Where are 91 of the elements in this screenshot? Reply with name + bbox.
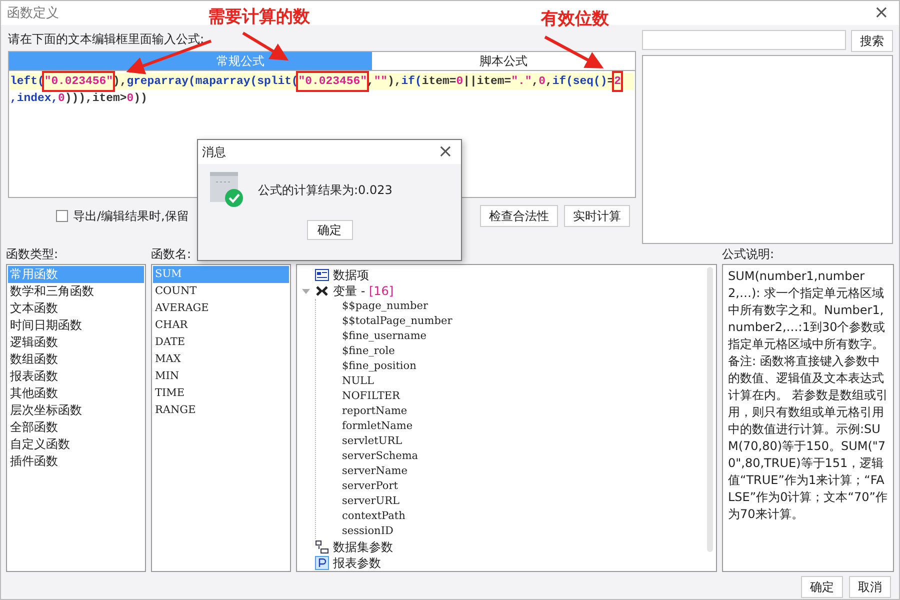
action-button[interactable]: 检查合法性 [480,205,558,227]
category-item[interactable]: 文本函数 [8,300,144,317]
dialog-title: 消息 [202,144,226,160]
annotation-label: 需要计算的数 [208,6,310,28]
function-item[interactable]: DATE [153,334,289,351]
code-text: left( [10,74,44,90]
code-text: 0 [126,91,134,107]
code-text: ||item= [463,74,512,90]
tree-item[interactable]: NOFILTER [342,389,716,404]
message-text: 公式的计算结果为:0.023 [258,182,392,198]
code-text: ,index, [10,91,58,107]
category-item[interactable]: 数学和三角函数 [8,283,144,300]
dialog-button[interactable]: 取消 [849,576,891,598]
code-text: , [545,74,552,90]
dataset-icon [315,540,329,554]
function-item[interactable]: MAX [153,351,289,368]
code-text: , [366,74,374,90]
checkbox-label: 导出/编辑结果时,保留 [73,208,190,224]
list-label: 函数类型: [6,246,60,263]
parameter-icon [315,556,329,570]
form-icon [315,268,329,282]
function-item[interactable]: RANGE [153,402,289,419]
category-item[interactable]: 时间日期函数 [8,317,144,334]
highlighted-code: "0.023456" [44,73,113,90]
function-item[interactable]: CHAR [153,317,289,334]
success-icon [210,172,244,208]
category-item[interactable]: 全部函数 [8,419,144,436]
variable-icon [315,284,329,298]
formula-tab[interactable]: 脚本公式 [372,52,635,70]
arrow-annotation [544,36,604,68]
tree-item[interactable]: serverPort [342,479,716,494]
tree-item[interactable]: sessionID [342,524,716,539]
code-text: )) [134,91,148,107]
tree-item[interactable]: formletName [342,419,716,434]
function-item[interactable]: AVERAGE [153,300,289,317]
action-button[interactable]: 实时计算 [564,205,630,227]
search-field[interactable] [642,30,846,50]
category-item[interactable]: 插件函数 [8,453,144,470]
code-text: if(seq() [552,74,608,90]
tree-item[interactable]: $$totalPage_number [342,314,716,329]
close-button[interactable]: × [870,4,893,22]
code-text: 0 [538,74,546,90]
tree-item[interactable]: $fine_username [342,329,716,344]
close-button[interactable]: × [434,143,457,161]
tree-item[interactable]: contextPath [342,509,716,524]
expand-arrow-icon[interactable] [301,286,311,296]
code-text: item= [422,74,456,90]
code-text: if( [401,74,422,90]
code-text: greparray(maparray(split( [126,74,298,90]
tree-item[interactable]: $$page_number [342,299,716,314]
category-item[interactable]: 报表函数 [8,368,144,385]
category-item[interactable]: 自定义函数 [8,436,144,453]
code-text: , [532,74,539,90]
list-label: 函数名: [151,246,192,263]
code-text: "." [511,74,532,90]
code-text: "" [374,74,388,90]
tree-item[interactable]: reportName [342,404,716,419]
tree-item[interactable]: NULL [342,374,716,389]
category-item[interactable]: 逻辑函数 [8,334,144,351]
tree-item[interactable]: $fine_position [342,359,716,374]
search-button[interactable]: 搜索 [851,30,893,52]
function-item[interactable]: COUNT [153,283,289,300]
tree-item[interactable]: 数据项 [333,266,369,284]
code-text: ), [388,74,402,90]
scrollbar[interactable] [707,267,713,552]
tree-item[interactable]: servletURL [342,434,716,449]
code-text: 0 [58,91,65,107]
description-text: SUM(number1,number2,…): 求一个指定单元格区域中所有数字之和。Number1,number2,…:1到30个参数或指定单元格区域中所有数字。备注: 函数将直接键入参数中的数值、逻辑值及文本表达式计算在内。 若参数是数组或引用，则只有数组或单元格引用中的数值进行计算。示例:SUM(70,80)等于150。SUM("70",80,TRUE)等于151，逻辑值“TRUE”作为1来计算；“FALSE”作为0计算；文本“70”作为70来计算。 [722,264,894,572]
window-title: 函数定义 [7,5,59,22]
ok-button[interactable]: 确定 [306,220,352,240]
checkbox[interactable] [56,210,68,222]
tree-item[interactable]: serverSchema [342,449,716,464]
prompt-label: 请在下面的文本编辑框里面输入公式: [8,31,204,48]
tree-item[interactable]: 报表参数 [333,554,381,571]
highlighted-code: "0.023456" [298,73,367,90]
category-item[interactable]: 数组函数 [8,351,144,368]
dialog-button[interactable]: 确定 [801,576,843,598]
annotation-label: 有效位数 [541,8,609,30]
category-item[interactable]: 层次坐标函数 [8,402,144,419]
function-item[interactable]: TIME [153,385,289,402]
highlighted-code: 2 [614,73,622,90]
code-text: 0 [456,74,464,90]
tree-item[interactable]: serverURL [342,494,716,509]
list-label: 公式说明: [722,246,776,263]
tree-item[interactable]: 变量 - [16] [333,282,394,300]
tree-item[interactable]: $fine_role [342,344,716,359]
code-text: ))),item> [64,91,127,107]
tree-item[interactable]: 数据集参数 [333,538,393,556]
tree-item[interactable]: serverName [342,464,716,479]
category-item[interactable]: 其他函数 [8,385,144,402]
function-item[interactable]: MIN [153,368,289,385]
